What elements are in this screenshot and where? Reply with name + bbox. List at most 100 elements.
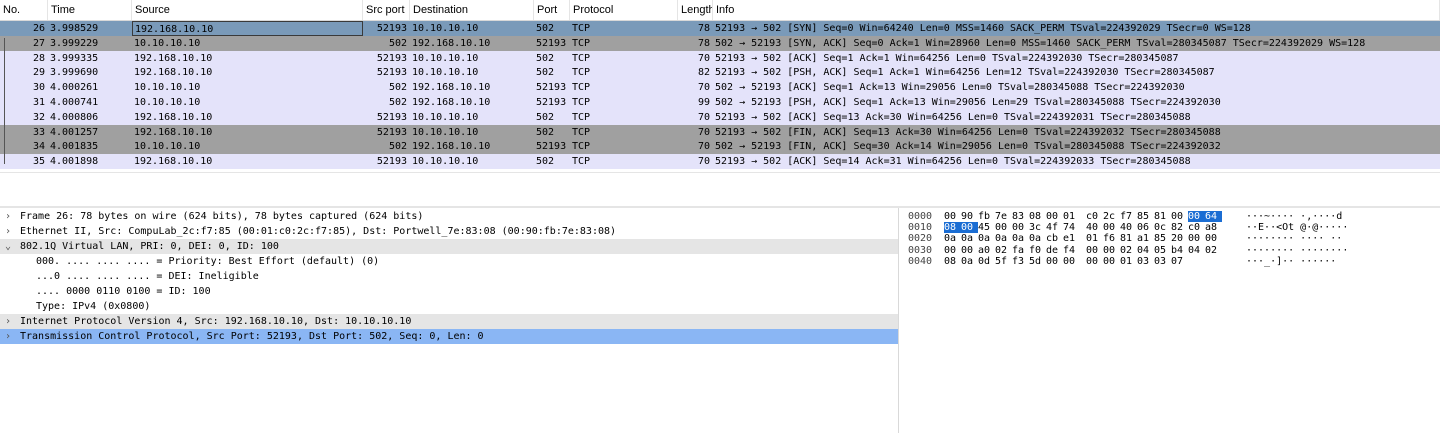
hex-byte[interactable]: 00 xyxy=(961,222,978,234)
hex-byte[interactable]: 0a xyxy=(995,233,1012,244)
hex-byte[interactable]: 08 xyxy=(944,256,961,267)
hex-byte[interactable]: 5f xyxy=(995,256,1012,267)
chevron-right-icon[interactable]: › xyxy=(5,329,15,344)
hex-byte[interactable]: 81 xyxy=(1154,211,1171,222)
hex-byte[interactable]: 03 xyxy=(1137,256,1154,267)
hex-byte[interactable]: 90 xyxy=(961,211,978,222)
hex-byte[interactable]: 00 xyxy=(1188,211,1205,222)
hex-byte[interactable]: 00 xyxy=(1188,233,1205,244)
hex-byte[interactable]: 01 xyxy=(1086,233,1103,244)
hex-byte[interactable]: 40 xyxy=(1120,222,1137,233)
hex-byte[interactable]: 00 xyxy=(944,211,961,222)
hex-byte[interactable]: 00 xyxy=(1046,256,1063,267)
column-header-info[interactable]: Info xyxy=(713,0,1440,20)
packet-row[interactable]: 29 3.999690 192.168.10.10 52193 10.10.10.10 5… xyxy=(0,65,1440,81)
hex-byte[interactable]: 00 xyxy=(961,245,978,256)
hex-byte[interactable]: 0d xyxy=(978,256,995,267)
hex-byte[interactable]: 00 xyxy=(1046,211,1063,222)
packet-row[interactable]: 28 3.999335 192.168.10.10 52193 10.10.10.10 5… xyxy=(0,50,1440,66)
hex-byte[interactable]: 2c xyxy=(1103,211,1120,222)
detail-tree-item[interactable]: › Transmission Control Protocol, Src Port… xyxy=(0,329,898,344)
chevron-right-icon[interactable]: › xyxy=(5,224,15,239)
hex-byte[interactable]: 00 xyxy=(1063,256,1080,267)
packet-row[interactable]: 33 4.001257 192.168.10.10 52193 10.10.10.10 5… xyxy=(0,124,1440,140)
hex-byte[interactable]: 0a xyxy=(978,233,995,244)
hex-byte[interactable]: 20 xyxy=(1171,233,1188,244)
hex-byte[interactable]: 5d xyxy=(1029,256,1046,267)
packet-list[interactable]: No. Time Source Src port Destination Port Prot… xyxy=(0,0,1440,172)
hex-byte[interactable]: 7e xyxy=(995,211,1012,222)
hex-byte[interactable]: b4 xyxy=(1171,245,1188,256)
hex-byte[interactable]: e1 xyxy=(1063,233,1080,244)
hex-byte[interactable]: 0a xyxy=(961,233,978,244)
packet-row[interactable]: 30 4.000261 10.10.10.10 502 192.168.10.10 521… xyxy=(0,80,1440,96)
packet-row[interactable]: 35 4.001898 192.168.10.10 52193 10.10.10.10 5… xyxy=(0,154,1440,170)
hex-byte[interactable]: 05 xyxy=(1154,245,1171,256)
detail-field[interactable]: Type: IPv4 (0x0800) xyxy=(0,299,898,314)
hex-byte[interactable]: 0c xyxy=(1154,222,1171,233)
hex-byte[interactable]: fb xyxy=(978,211,995,222)
chevron-right-icon[interactable]: › xyxy=(5,209,15,224)
detail-tree-item[interactable]: › Frame 26: 78 bytes on wire (624 bits), … xyxy=(0,209,898,224)
column-header-srcport[interactable]: Src port xyxy=(363,0,410,20)
hex-byte[interactable]: cb xyxy=(1046,233,1063,244)
column-header-no[interactable]: No. xyxy=(0,0,48,20)
hex-byte[interactable]: 08 xyxy=(944,222,961,234)
packet-row[interactable]: 27 3.999229 10.10.10.10 502 192.168.10.10 521… xyxy=(0,35,1440,51)
hex-byte[interactable]: 02 xyxy=(1205,245,1222,256)
hex-byte[interactable]: c0 xyxy=(1086,211,1103,222)
hex-byte[interactable]: 0a xyxy=(944,233,961,244)
hex-byte[interactable]: a0 xyxy=(978,245,995,256)
chevron-right-icon[interactable]: › xyxy=(5,314,15,329)
hex-byte[interactable]: 00 xyxy=(1086,245,1103,256)
hex-byte[interactable]: 81 xyxy=(1120,233,1137,244)
packet-row[interactable]: 31 4.000741 10.10.10.10 502 192.168.10.10 521… xyxy=(0,95,1440,110)
hex-byte[interactable]: 04 xyxy=(1188,245,1205,256)
hex-byte[interactable]: 00 xyxy=(995,222,1012,233)
detail-tree-item[interactable]: ⌄ 802.1Q Virtual LAN, PRI: 0, DEI: 0, ID:… xyxy=(0,239,898,254)
detail-field[interactable]: ...0 .... .... .... = DEI: Ineligible xyxy=(0,269,898,284)
hex-byte[interactable]: f3 xyxy=(1012,256,1029,267)
chevron-down-icon[interactable]: ⌄ xyxy=(5,239,15,254)
detail-tree-item[interactable]: › Internet Protocol Version 4, Src: 192.1… xyxy=(0,314,898,329)
hex-byte[interactable]: f0 xyxy=(1029,245,1046,256)
column-header-time[interactable]: Time xyxy=(48,0,132,20)
hex-byte[interactable]: c0 xyxy=(1188,222,1205,233)
packet-row[interactable]: 32 4.000806 192.168.10.10 52193 10.10.10.10 5… xyxy=(0,109,1440,125)
hex-byte[interactable]: 45 xyxy=(978,222,995,233)
hex-byte[interactable]: 64 xyxy=(1205,211,1222,222)
hex-byte[interactable]: 00 xyxy=(1103,256,1120,267)
hex-byte[interactable]: 00 xyxy=(1103,245,1120,256)
hex-byte[interactable]: 85 xyxy=(1154,233,1171,244)
hex-byte[interactable]: f6 xyxy=(1103,233,1120,244)
hex-byte[interactable]: de xyxy=(1046,245,1063,256)
hex-byte[interactable]: 03 xyxy=(1154,256,1171,267)
detail-field[interactable]: .... 0000 0110 0100 = ID: 100 xyxy=(0,284,898,299)
hex-byte[interactable]: 0a xyxy=(961,256,978,267)
hex-byte[interactable]: 00 xyxy=(1171,211,1188,222)
hex-byte[interactable]: 0a xyxy=(1029,233,1046,244)
hex-byte[interactable]: fa xyxy=(1012,245,1029,256)
hex-byte[interactable]: 85 xyxy=(1137,211,1154,222)
hex-byte[interactable]: 83 xyxy=(1012,211,1029,222)
column-header-source[interactable]: Source xyxy=(132,0,363,20)
hex-byte[interactable]: f7 xyxy=(1120,211,1137,222)
hex-byte[interactable]: 82 xyxy=(1171,222,1188,233)
detail-tree-item[interactable]: › Ethernet II, Src: CompuLab_2c:f7:85 (00… xyxy=(0,224,898,239)
column-header-protocol[interactable]: Protocol xyxy=(570,0,678,20)
hex-byte[interactable]: 01 xyxy=(1120,256,1137,267)
hex-byte[interactable]: 06 xyxy=(1137,222,1154,233)
hex-byte[interactable]: 07 xyxy=(1171,256,1188,267)
hex-byte[interactable]: a8 xyxy=(1205,222,1222,233)
hex-byte[interactable]: 0a xyxy=(1012,233,1029,244)
packet-row[interactable]: 34 4.001835 10.10.10.10 502 192.168.10.10 521… xyxy=(0,139,1440,155)
hex-byte[interactable]: 74 xyxy=(1063,222,1080,233)
hex-byte[interactable]: 40 xyxy=(1086,222,1103,233)
hex-byte[interactable]: a1 xyxy=(1137,233,1154,244)
hex-byte[interactable]: f4 xyxy=(1063,245,1080,256)
hex-byte[interactable]: 00 xyxy=(1086,256,1103,267)
column-header-port[interactable]: Port xyxy=(534,0,570,20)
packet-details-pane[interactable]: › Frame 26: 78 bytes on wire (624 bits), … xyxy=(0,208,899,433)
hex-byte[interactable]: 01 xyxy=(1063,211,1080,222)
column-header-length[interactable]: Length xyxy=(678,0,713,20)
